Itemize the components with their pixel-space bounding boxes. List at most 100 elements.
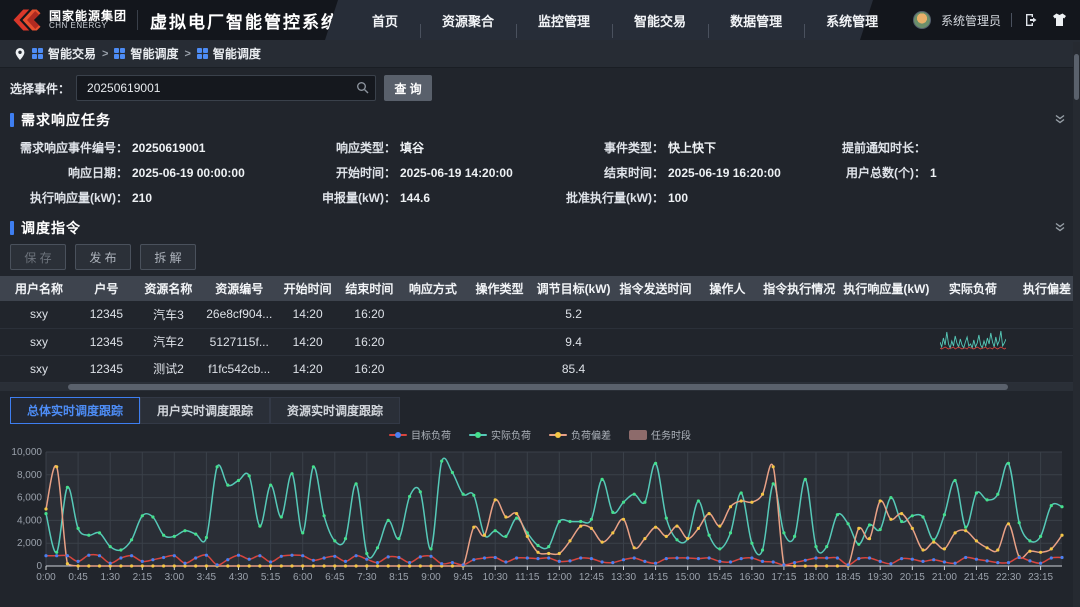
main-nav: 首页资源聚合监控管理智能交易数据管理系统管理 — [350, 0, 900, 40]
column-header-2: 户号 — [78, 276, 135, 301]
publish-button[interactable]: 发 布 — [75, 244, 131, 270]
nav-item-3[interactable]: 监控管理 — [516, 11, 612, 30]
svg-text:19:30: 19:30 — [868, 572, 893, 583]
svg-text:22:30: 22:30 — [996, 572, 1021, 583]
svg-text:20:15: 20:15 — [900, 572, 925, 583]
avatar[interactable] — [913, 11, 931, 29]
svg-text:18:00: 18:00 — [803, 572, 828, 583]
collapse-chevron-icon[interactable] — [1054, 220, 1066, 238]
save-button[interactable]: 保 存 — [10, 244, 66, 270]
svg-text:3:45: 3:45 — [197, 572, 217, 583]
task-field-5: 响应日期：2025-06-19 00:00:00 — [10, 160, 278, 185]
field-label: 事件类型： — [546, 139, 664, 156]
column-header-7: 响应方式 — [400, 276, 466, 301]
cell — [697, 355, 757, 382]
breadcrumb: 智能交易>智能调度>智能调度 — [0, 40, 1080, 68]
field-label: 需求响应事件编号： — [10, 139, 128, 156]
cell — [466, 301, 534, 328]
actual-load-cell — [932, 328, 1014, 355]
task-field-7: 结束时间：2025-06-19 16:20:00 — [546, 160, 808, 185]
field-value: 100 — [668, 191, 688, 205]
event-filter-row: 选择事件： 查 询 — [10, 74, 1070, 102]
breadcrumb-item-1[interactable]: 智能交易 — [32, 45, 96, 62]
task-field-2: 响应类型：填谷 — [278, 135, 546, 160]
demand-response-section-header: 需求响应任务 — [10, 109, 1070, 131]
cell — [466, 355, 534, 382]
field-value: 2025-06-19 16:20:00 — [668, 166, 781, 180]
cell — [614, 328, 697, 355]
nav-item-4[interactable]: 智能交易 — [612, 11, 708, 30]
legend-label: 目标负荷 — [411, 427, 451, 442]
tab-overall-tracking[interactable]: 总体实时调度跟踪 — [10, 397, 140, 424]
legend-item-4[interactable]: 任务时段 — [629, 427, 691, 442]
cell: 12345 — [78, 328, 135, 355]
table-horizontal-scrollbar[interactable] — [0, 383, 1080, 391]
logout-icon[interactable] — [1022, 11, 1040, 29]
breadcrumb-item-2[interactable]: 智能调度 — [114, 45, 178, 62]
tracking-tabs: 总体实时调度跟踪用户实时调度跟踪资源实时调度跟踪 — [10, 397, 1070, 424]
breadcrumb-separator: > — [102, 48, 108, 60]
cell — [1014, 301, 1080, 328]
task-field-8: 用户总数(个)： 1 — [808, 160, 1070, 185]
svg-text:10:30: 10:30 — [483, 572, 508, 583]
cell: 14:20 — [276, 301, 339, 328]
page-vertical-scrollbar[interactable] — [1073, 42, 1080, 607]
legend-band-swatch — [629, 430, 647, 440]
query-button[interactable]: 查 询 — [384, 75, 432, 101]
task-field-6: 开始时间：2025-06-19 14:20:00 — [278, 160, 546, 185]
scrollbar-thumb[interactable] — [1074, 54, 1079, 100]
collapse-chevron-icon[interactable] — [1054, 112, 1066, 130]
tab-resource-tracking[interactable]: 资源实时调度跟踪 — [270, 397, 400, 424]
chn-energy-logo — [12, 7, 42, 33]
field-label: 用户总数(个)： — [808, 164, 926, 181]
field-label: 申报量(kW)： — [278, 189, 396, 206]
legend-item-2[interactable]: 实际负荷 — [469, 427, 531, 442]
username-label: 系统管理员 — [941, 12, 1001, 29]
nav-item-5[interactable]: 数据管理 — [708, 11, 804, 30]
legend-item-3[interactable]: 负荷偏差 — [549, 427, 611, 442]
field-value: 1 — [930, 166, 937, 180]
legend-label: 实际负荷 — [491, 427, 531, 442]
cell — [758, 301, 841, 328]
demand-response-section-title: 需求响应任务 — [21, 110, 111, 130]
field-value: 填谷 — [400, 139, 424, 156]
event-select-input[interactable] — [76, 75, 376, 101]
svg-text:18:45: 18:45 — [836, 572, 861, 583]
svg-text:9:00: 9:00 — [421, 572, 441, 583]
table-row[interactable]: sxy12345汽车326e8cf904...14:2016:205.2 — [0, 301, 1080, 328]
realtime-dispatch-chart: 0:000:451:302:153:003:454:305:156:006:45… — [10, 444, 1070, 601]
field-value: 2025-06-19 00:00:00 — [132, 166, 245, 180]
tab-user-tracking[interactable]: 用户实时调度跟踪 — [140, 397, 270, 424]
cell: 测试2 — [135, 355, 203, 382]
column-header-9: 调节目标(kW) — [533, 276, 614, 301]
search-icon[interactable] — [356, 81, 369, 94]
nav-item-2[interactable]: 资源聚合 — [420, 11, 516, 30]
menu-grid-icon — [197, 48, 208, 59]
svg-text:0: 0 — [36, 561, 42, 572]
cell — [1014, 355, 1080, 382]
nav-item-1[interactable]: 首页 — [350, 11, 420, 30]
legend-item-1[interactable]: 目标负荷 — [389, 427, 451, 442]
cell — [932, 355, 1014, 382]
legend-line-marker — [469, 434, 487, 436]
breadcrumb-item-3[interactable]: 智能调度 — [197, 45, 261, 62]
column-header-10: 指令发送时间 — [614, 276, 697, 301]
svg-text:14:15: 14:15 — [643, 572, 668, 583]
column-header-3: 资源名称 — [135, 276, 203, 301]
table-row[interactable]: sxy12345测试2f1fc542cb...14:2016:2085.4 — [0, 355, 1080, 382]
column-header-4: 资源编号 — [202, 276, 276, 301]
theme-skin-icon[interactable] — [1050, 11, 1068, 29]
breadcrumb-label: 智能交易 — [48, 45, 96, 62]
field-value: 20250619001 — [132, 141, 205, 155]
event-select-label: 选择事件： — [10, 80, 70, 97]
svg-text:13:30: 13:30 — [611, 572, 636, 583]
svg-text:17:15: 17:15 — [771, 572, 796, 583]
header-divider — [1011, 13, 1012, 27]
nav-item-6[interactable]: 系统管理 — [804, 11, 900, 30]
disassemble-button[interactable]: 拆 解 — [140, 244, 196, 270]
svg-text:4,000: 4,000 — [17, 515, 42, 526]
table-row[interactable]: sxy12345汽车25127115f...14:2016:209.4 — [0, 328, 1080, 355]
column-header-13: 执行响应量(kW) — [841, 276, 932, 301]
scrollbar-thumb[interactable] — [68, 384, 1008, 390]
svg-text:6:45: 6:45 — [325, 572, 345, 583]
